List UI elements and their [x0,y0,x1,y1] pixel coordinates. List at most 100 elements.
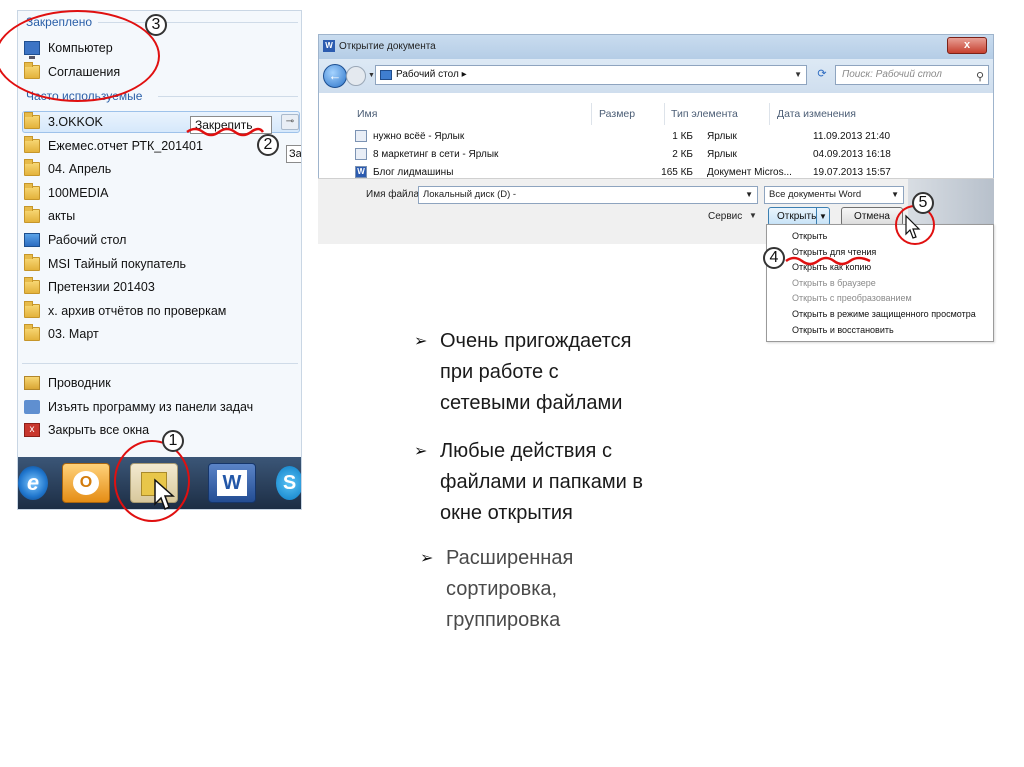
divider [22,363,298,364]
word-icon: W [323,40,335,52]
filetype-select[interactable]: Все документы Word ▼ [764,186,904,204]
item-label: MSI Тайный покупатель [48,257,187,271]
filename-label: Имя файла: [366,189,422,200]
bullet-line: Любые действия с [440,440,612,462]
unpin-icon [24,400,40,414]
annotation-underline-4 [785,256,871,266]
file-modified: 11.09.2013 21:40 [813,131,891,142]
file-row[interactable]: 8 маркетинг в сети - Ярлык 2 КБ Ярлык 04… [355,146,991,163]
column-header-name[interactable]: Имя [357,108,377,120]
annotation-underline-2 [186,127,265,137]
filename-input[interactable]: Локальный диск (D) - ▼ [418,186,758,204]
item-label: 100MEDIA [48,186,109,200]
menu-item-open-with-transform: Открыть с преобразованием [792,293,912,303]
word-icon[interactable]: W [208,463,256,503]
filetype-value: Все документы Word [769,189,862,200]
word-document-icon: W [355,166,367,178]
folder-icon [24,206,40,223]
chevron-down-icon[interactable]: ▼ [891,187,899,203]
item-label: 03. Март [48,327,99,341]
item-label: Ежемес.отчет РТК_201401 [48,139,203,153]
file-name: 8 маркетинг в сети - Ярлык [373,149,499,160]
refresh-icon[interactable]: ⟳ [812,67,832,85]
column-separator[interactable] [664,103,665,125]
desktop-icon [24,233,40,247]
task-explorer[interactable]: Проводник [24,372,264,394]
item-label: Закрыть все окна [48,423,150,437]
file-modified: 19.07.2013 15:57 [813,167,891,178]
outlook-icon[interactable]: O [62,463,110,503]
annotation-badge-3: 3 [145,14,167,36]
close-button[interactable]: x [947,37,987,54]
bullet-line: при работе с [440,361,559,383]
column-header-size[interactable]: Размер [599,108,635,120]
open-split-arrow-icon[interactable]: ▼ [816,208,829,225]
task-unpin-program[interactable]: Изъять программу из панели задач [24,396,264,418]
file-row[interactable]: нужно всёё - Ярлык 1 КБ Ярлык 11.09.2013… [355,128,991,145]
bullet-line: сортировка, [446,578,558,600]
open-button-label: Открыть [777,211,817,222]
item-label: х. архив отчётов по проверкам [48,304,227,318]
bullet-line: Расширенная [446,547,574,569]
jumplist-item-frequent[interactable]: акты [24,205,264,227]
column-separator[interactable] [591,103,592,125]
column-separator[interactable] [769,103,770,125]
address-dropdown-icon[interactable]: ▼ [794,66,802,84]
open-document-dialog: W Открытие документа x ← ▼ Рабочий стол … [318,34,994,184]
chevron-down-icon[interactable]: ▼ [745,187,753,203]
divider [158,96,298,97]
menu-item-open-in-browser: Открыть в браузере [792,278,876,288]
arrow-bullet-icon: ➢ [420,550,434,567]
shortcut-icon [355,130,367,142]
bullet-file-actions: ➢ Любые действия с файлами и папками в о… [414,436,714,531]
file-modified: 04.09.2013 16:18 [813,149,891,160]
pin-tooltip-partial: За [286,145,301,163]
folder-icon [24,301,40,318]
mouse-cursor-icon [154,478,175,511]
desktop-icon [380,70,392,80]
address-chevron-icon: ▸ [461,69,467,80]
menu-item-open[interactable]: Открыть [792,231,827,241]
item-label: Претензии 201403 [48,280,155,294]
jumplist-item-frequent[interactable]: Ежемес.отчет РТК_201401 [24,135,264,157]
bullet-line: сетевыми файлами [440,392,623,414]
jumplist-item-frequent[interactable]: 04. Апрель [24,158,264,180]
task-close-all-windows[interactable]: x Закрыть все окна [24,419,264,441]
item-label: Рабочий стол [48,233,127,247]
bullet-line: группировка [446,609,561,631]
history-dropdown-icon[interactable]: ▼ [368,72,375,79]
menu-item-open-and-repair[interactable]: Открыть и восстановить [792,325,894,335]
search-input[interactable]: Поиск: Рабочий стол ⚲ [835,65,989,85]
jumplist-item-frequent[interactable]: 03. Март [24,323,264,345]
bullet-line: Очень пригождается [440,330,632,352]
bullet-sorting-grouping: ➢ Расширенная сортировка, группировка [420,543,720,638]
item-label: 3.OKKOK [48,115,103,129]
annotation-ring-1 [114,440,190,522]
item-label: Проводник [48,376,111,390]
mouse-cursor-icon [905,214,921,239]
jumplist-item-frequent[interactable]: Претензии 201403 [24,276,264,298]
menu-item-open-protected-view[interactable]: Открыть в режиме защищенного просмотра [792,309,976,319]
jumplist-item-frequent[interactable]: 100MEDIA [24,182,264,204]
jumplist-item-frequent[interactable]: х. архив отчётов по проверкам [24,300,264,322]
back-button[interactable]: ← [323,64,347,88]
folder-icon [24,183,40,200]
close-window-icon: x [24,423,40,437]
column-header-modified[interactable]: Дата изменения [777,108,856,120]
folder-icon [24,159,40,176]
tools-dropdown-icon[interactable]: ▼ [749,211,757,220]
skype-icon[interactable]: S [276,466,301,500]
annotation-ring-3 [0,10,160,102]
address-bar[interactable]: Рабочий стол ▸ ▼ [375,65,807,85]
pin-icon[interactable]: ⊸ [281,114,299,130]
arrow-bullet-icon: ➢ [414,443,428,460]
internet-explorer-icon[interactable]: e [18,466,48,500]
column-header-type[interactable]: Тип элемента [671,108,738,120]
tools-menu[interactable]: Сервис [708,211,742,222]
forward-button[interactable] [346,66,366,86]
jumplist-item-frequent[interactable]: MSI Тайный покупатель [24,253,264,275]
arrow-bullet-icon: ➢ [414,333,428,350]
folder-icon [24,136,40,153]
jumplist-item-frequent[interactable]: Рабочий стол [24,229,264,251]
annotation-badge-2: 2 [257,134,279,156]
